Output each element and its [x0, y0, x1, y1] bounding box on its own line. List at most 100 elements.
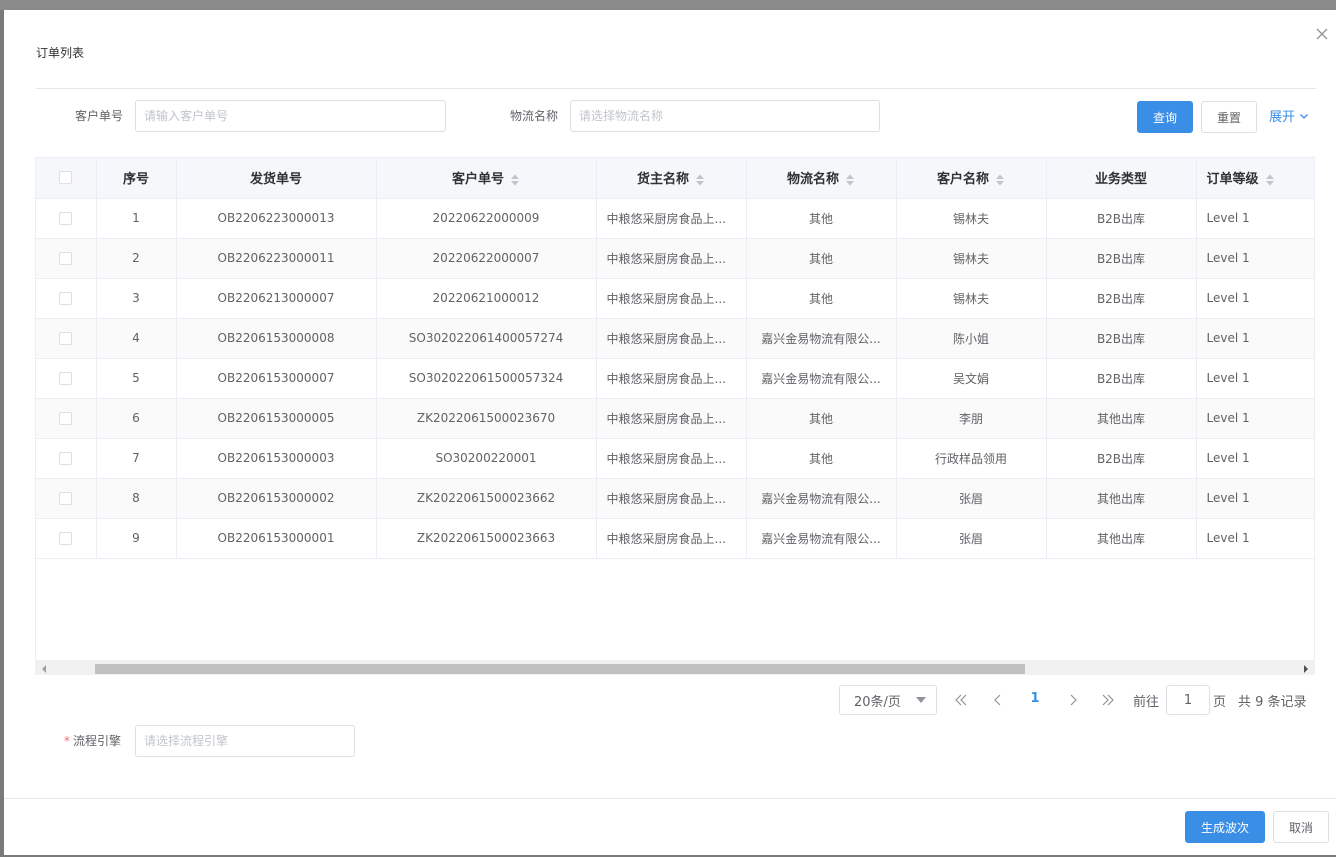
row-checkbox[interactable]	[59, 292, 73, 305]
title-divider	[36, 88, 1316, 89]
cell-logistics-name: 嘉兴金易物流有限公...	[746, 478, 897, 519]
cell-logistics-name: 其他	[746, 438, 897, 479]
cell-business-type: B2B出库	[1046, 238, 1197, 279]
expand-label: 展开	[1269, 110, 1296, 125]
cell-index: 6	[96, 398, 177, 439]
table-row[interactable]: 6 OB2206153000005 ZK2022061500023670 中粮悠采厨房…	[36, 398, 1314, 439]
table-header-row: 序号 发货单号 客户单号 货主名称 物流名称 客户名称 业务类型 订单等级	[36, 158, 1314, 199]
expand-toggle[interactable]: 展开	[1269, 106, 1309, 125]
order-list-dialog: 订单列表 客户单号 物流名称 查询 重置 展开 序号 发货单号 客户单号	[4, 10, 1336, 855]
cell-customer-name: 张眉	[896, 478, 1047, 519]
cell-customer-no: SO30200220001	[376, 438, 597, 479]
logistics-name-select[interactable]	[570, 100, 880, 132]
col-header-owner-name[interactable]: 货主名称	[596, 158, 747, 199]
cell-customer-no: SO302022061500057324	[376, 358, 597, 399]
cell-order-level: Level 1	[1196, 358, 1314, 399]
goto-suffix: 页	[1213, 695, 1227, 710]
cell-order-level: Level 1	[1196, 518, 1314, 559]
cell-business-type: B2B出库	[1046, 438, 1197, 479]
row-checkbox[interactable]	[59, 492, 73, 505]
col-header-customer-name[interactable]: 客户名称	[896, 158, 1047, 199]
row-checkbox[interactable]	[59, 532, 73, 545]
cell-index: 5	[96, 358, 177, 399]
cell-logistics-name: 嘉兴金易物流有限公...	[746, 318, 897, 359]
generate-wave-button[interactable]: 生成波次	[1185, 811, 1265, 843]
table-row[interactable]: 1 OB2206223000013 20220622000009 中粮悠采厨房食品上.…	[36, 198, 1314, 239]
row-checkbox[interactable]	[59, 332, 73, 345]
cell-shipment-no: OB2206213000007	[176, 278, 377, 319]
cell-shipment-no: OB2206223000011	[176, 238, 377, 279]
page-number-current[interactable]: 1	[1028, 691, 1042, 706]
row-checkbox[interactable]	[59, 372, 73, 385]
process-engine-select[interactable]	[135, 725, 355, 757]
cell-order-level: Level 1	[1196, 398, 1314, 439]
cell-owner-name: 中粮悠采厨房食品上...	[596, 438, 747, 479]
select-all-cell	[36, 158, 97, 199]
cell-business-type: B2B出库	[1046, 358, 1197, 399]
table-row[interactable]: 3 OB2206213000007 20220621000012 中粮悠采厨房食品上.…	[36, 278, 1314, 319]
cell-customer-no: ZK2022061500023662	[376, 478, 597, 519]
page-backdrop	[0, 0, 1336, 10]
col-header-logistics-name[interactable]: 物流名称	[746, 158, 897, 199]
row-select-cell	[36, 518, 97, 559]
row-checkbox[interactable]	[59, 252, 73, 265]
table-row[interactable]: 5 OB2206153000007 SO302022061500057324 中粮悠采…	[36, 358, 1314, 399]
col-header-order-level[interactable]: 订单等级	[1196, 158, 1314, 199]
cell-customer-name: 锡林夫	[896, 238, 1047, 279]
row-select-cell	[36, 198, 97, 239]
next-page-icon[interactable]	[1065, 692, 1081, 708]
sort-icon[interactable]	[845, 173, 855, 187]
col-header-customer-no[interactable]: 客户单号	[376, 158, 597, 199]
close-icon[interactable]	[1314, 26, 1330, 42]
prev-page-icon[interactable]	[990, 692, 1006, 708]
customer-no-input[interactable]	[135, 100, 446, 132]
cell-business-type: 其他出库	[1046, 518, 1197, 559]
col-header-shipment-no: 发货单号	[176, 158, 377, 199]
cell-customer-name: 锡林夫	[896, 198, 1047, 239]
cell-index: 8	[96, 478, 177, 519]
cell-customer-name: 行政样品领用	[896, 438, 1047, 479]
col-header-label: 客户名称	[936, 172, 989, 188]
row-checkbox[interactable]	[59, 212, 73, 225]
table-row[interactable]: 7 OB2206153000003 SO30200220001 中粮悠采厨房食品上..…	[36, 438, 1314, 479]
page-size-select[interactable]: 20条/页	[839, 685, 937, 715]
total-records: 共 9 条记录	[1238, 695, 1307, 710]
col-header-label: 订单等级	[1206, 172, 1259, 188]
process-engine-label-wrap: * 流程引擎	[64, 732, 121, 749]
sort-icon[interactable]	[995, 173, 1005, 187]
row-checkbox[interactable]	[59, 412, 73, 425]
cell-customer-no: ZK2022061500023670	[376, 398, 597, 439]
table-row[interactable]: 9 OB2206153000001 ZK2022061500023663 中粮悠采厨房…	[36, 518, 1314, 559]
scroll-left-arrow-icon[interactable]	[39, 664, 49, 674]
cell-customer-no: 20220622000007	[376, 238, 597, 279]
table-row[interactable]: 8 OB2206153000002 ZK2022061500023662 中粮悠采厨房…	[36, 478, 1314, 519]
cell-logistics-name: 其他	[746, 398, 897, 439]
last-page-icon[interactable]	[1101, 692, 1117, 708]
row-select-cell	[36, 478, 97, 519]
sort-icon[interactable]	[695, 173, 705, 187]
table-row[interactable]: 4 OB2206153000008 SO302022061400057274 中粮悠采…	[36, 318, 1314, 359]
sort-icon[interactable]	[1265, 173, 1275, 187]
sort-icon[interactable]	[510, 173, 520, 187]
cell-owner-name: 中粮悠采厨房食品上...	[596, 198, 747, 239]
first-page-icon[interactable]	[952, 692, 968, 708]
table-row[interactable]: 2 OB2206223000011 20220622000007 中粮悠采厨房食品上.…	[36, 238, 1314, 279]
cell-order-level: Level 1	[1196, 278, 1314, 319]
horizontal-scrollbar[interactable]	[35, 660, 1315, 675]
reset-button[interactable]: 重置	[1201, 101, 1257, 133]
row-select-cell	[36, 318, 97, 359]
query-button[interactable]: 查询	[1137, 101, 1193, 133]
cell-owner-name: 中粮悠采厨房食品上...	[596, 278, 747, 319]
page-size-value: 20条/页	[854, 694, 901, 710]
goto-page-input[interactable]	[1166, 685, 1210, 715]
cell-index: 2	[96, 238, 177, 279]
cancel-button[interactable]: 取消	[1273, 811, 1329, 843]
cell-logistics-name: 其他	[746, 198, 897, 239]
cell-business-type: B2B出库	[1046, 278, 1197, 319]
cell-index: 9	[96, 518, 177, 559]
select-all-checkbox[interactable]	[59, 171, 73, 185]
scroll-right-arrow-icon[interactable]	[1301, 664, 1311, 674]
row-checkbox[interactable]	[59, 452, 73, 465]
cell-order-level: Level 1	[1196, 438, 1314, 479]
scrollbar-thumb[interactable]	[95, 664, 1025, 674]
